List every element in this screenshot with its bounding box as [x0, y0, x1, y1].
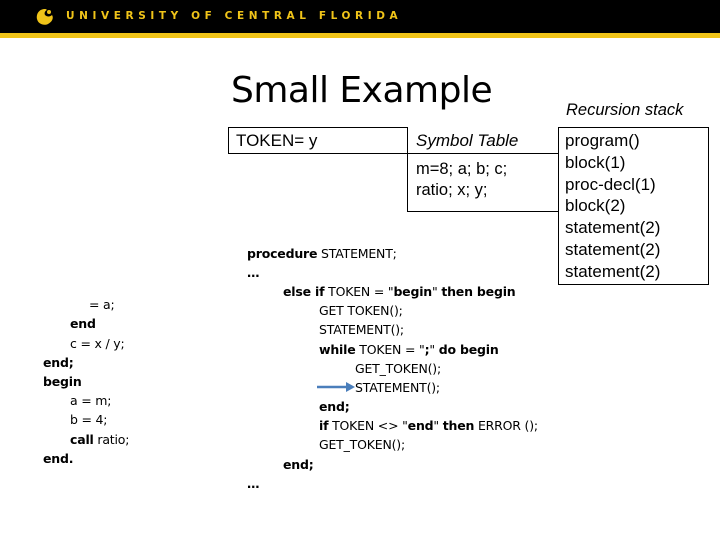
- procedure-code-line: GET_TOKEN();: [319, 437, 405, 452]
- recursion-stack-item: proc-decl(1): [565, 174, 656, 194]
- procedure-code-line: procedure STATEMENT;: [247, 246, 397, 261]
- procedure-code-line: …: [247, 476, 260, 491]
- procedure-code-line current-line: STATEMENT();: [355, 380, 440, 395]
- recursion-stack-item: statement(2): [565, 218, 661, 238]
- symbol-table-line: ratio; x; y;: [416, 181, 488, 199]
- procedure-code-line: STATEMENT();: [319, 322, 404, 337]
- recursion-stack-item: program(): [565, 131, 640, 150]
- procedure-code-line: end;: [283, 457, 314, 472]
- procedure-code-line: if TOKEN <> "end" then ERROR ();: [319, 418, 538, 433]
- procedure-code-line: else if TOKEN = "begin" then begin: [283, 284, 516, 299]
- recursion-stack-item: block(1): [565, 152, 626, 172]
- symbol-table-header: Symbol Table: [416, 131, 519, 150]
- recursion-stack-item: block(2): [565, 196, 626, 216]
- ucf-pegasus-logo-icon: [36, 9, 53, 25]
- current-line-arrow-icon: [317, 382, 355, 392]
- university-name: UNIVERSITY OF CENTRAL FLORIDA: [66, 10, 403, 22]
- procedure-code-line: …: [247, 265, 260, 280]
- left-code-line: b = 4;: [70, 412, 108, 427]
- left-code-line: end: [70, 316, 96, 331]
- token-value: TOKEN= y: [236, 131, 318, 150]
- left-code-line: end;: [43, 355, 74, 370]
- recursion-stack-item: statement(2): [565, 261, 661, 281]
- procedure-code-line: while TOKEN = ";" do begin: [319, 342, 499, 357]
- left-code-line: c = x / y;: [70, 336, 125, 351]
- left-code-line: begin: [43, 374, 82, 389]
- procedure-code-line: end;: [319, 399, 350, 414]
- left-code-line: a = m;: [70, 393, 112, 408]
- recursion-stack-list: program() block(1) proc-decl(1) block(2)…: [565, 130, 660, 283]
- procedure-code-line: GET_TOKEN();: [355, 361, 441, 376]
- left-code-line: call ratio;: [70, 432, 130, 447]
- symbol-table-line: m=8; a; b; c;: [416, 160, 508, 178]
- recursion-stack-item: statement(2): [565, 239, 661, 259]
- slide-title: Small Example: [231, 70, 493, 111]
- recursion-stack-header: Recursion stack: [566, 101, 684, 119]
- header-accent-stripe: [0, 33, 720, 38]
- left-code-line: end.: [43, 451, 74, 466]
- left-code-line: = a;: [89, 297, 115, 312]
- procedure-code-line: GET TOKEN();: [319, 303, 403, 318]
